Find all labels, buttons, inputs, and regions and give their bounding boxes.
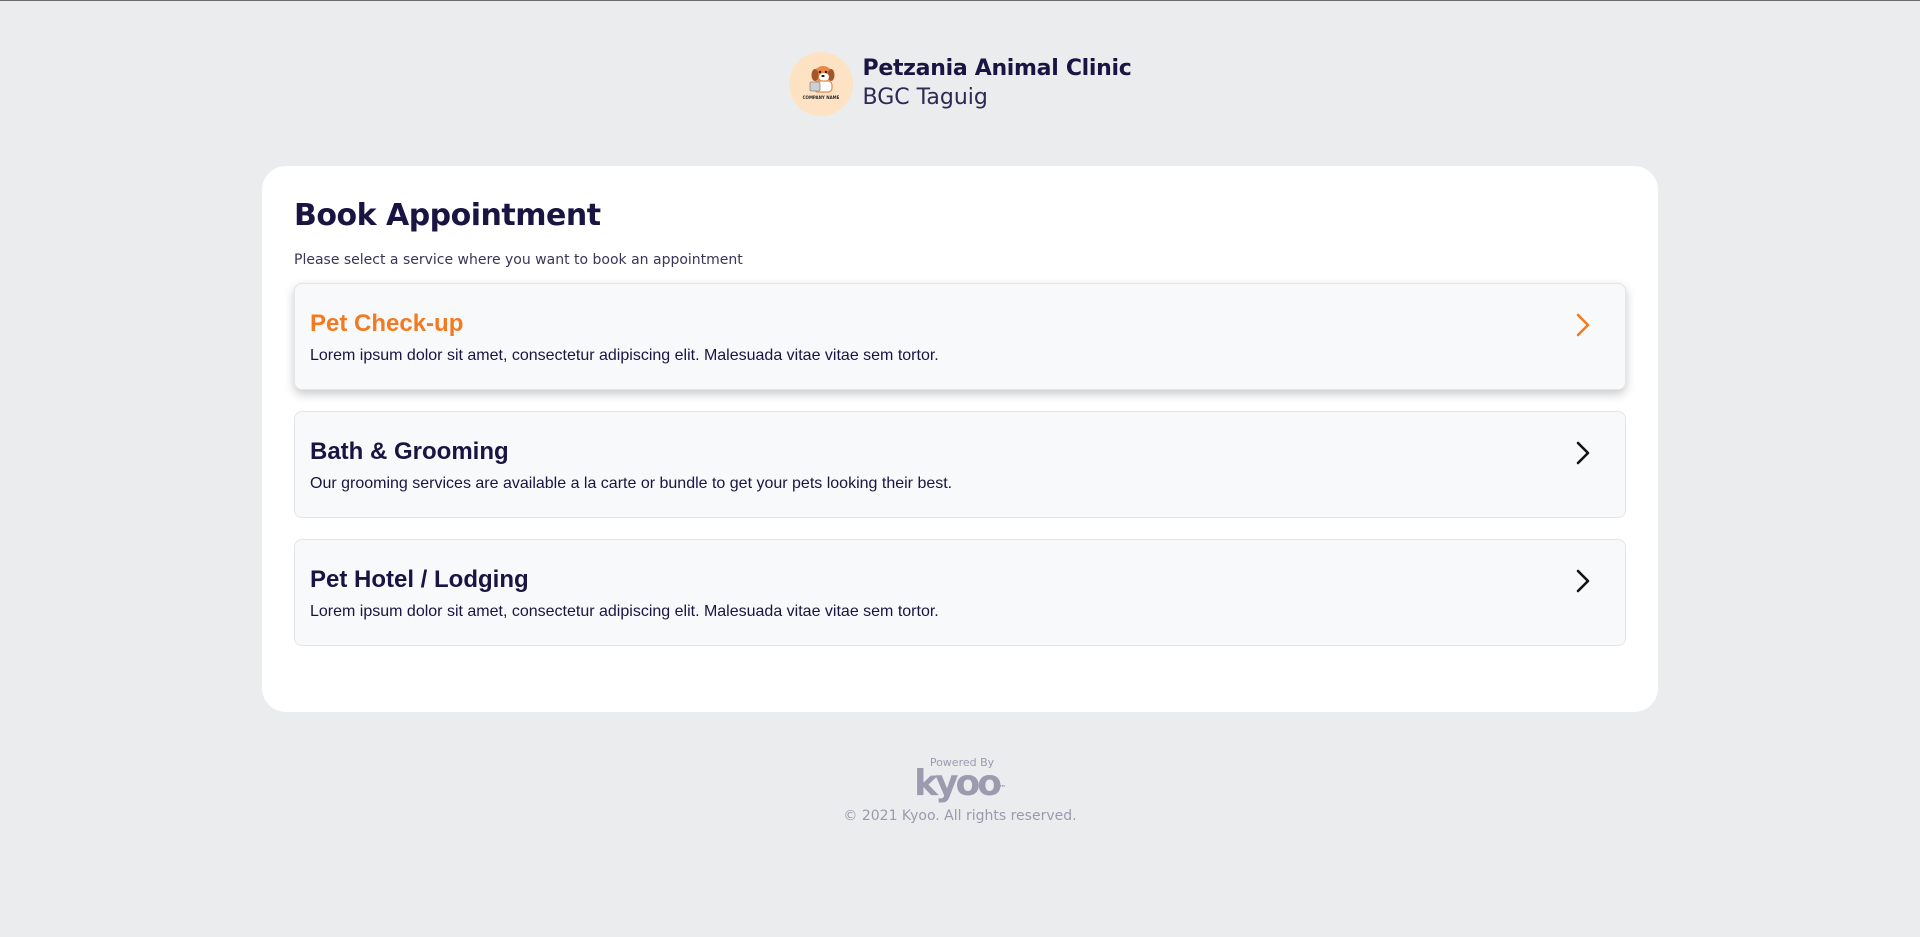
- clinic-header: COMPANY NAME Petzania Animal Clinic BGC …: [0, 52, 1920, 116]
- booking-card: Book Appointment Please select a service…: [262, 166, 1658, 712]
- chevron-right-icon[interactable]: [1571, 439, 1595, 467]
- clinic-header-inner: COMPANY NAME Petzania Animal Clinic BGC …: [788, 52, 1132, 116]
- service-item-pet-hotel-lodging[interactable]: Pet Hotel / Lodging Lorem ipsum dolor si…: [294, 539, 1626, 646]
- service-item-pet-check-up[interactable]: Pet Check-up Lorem ipsum dolor sit amet,…: [294, 283, 1626, 390]
- page-subtitle: Please select a service where you want t…: [294, 252, 743, 268]
- service-title: Pet Hotel / Lodging: [310, 566, 529, 593]
- service-title: Bath & Grooming: [310, 438, 509, 465]
- service-list: Pet Check-up Lorem ipsum dolor sit amet,…: [294, 283, 1626, 646]
- page-title: Book Appointment: [294, 198, 601, 233]
- service-item-bath-grooming[interactable]: Bath & Grooming Our grooming services ar…: [294, 411, 1626, 518]
- service-description: Lorem ipsum dolor sit amet, consectetur …: [310, 603, 939, 620]
- clinic-text: Petzania Animal Clinic BGC Taguig: [863, 55, 1132, 113]
- footer: Powered By kyoo™ © 2021 Kyoo. All rights…: [0, 757, 1920, 825]
- service-description: Our grooming services are available a la…: [310, 475, 953, 492]
- clinic-location: BGC Taguig: [862, 85, 988, 110]
- dog-logo-icon: COMPANY NAME: [788, 52, 853, 116]
- kyoo-brand-text: kyoo: [914, 763, 1002, 804]
- clinic-name: Petzania Animal Clinic: [862, 56, 1132, 81]
- logo-company-text: COMPANY NAME: [802, 95, 839, 100]
- chevron-right-icon[interactable]: [1571, 311, 1595, 339]
- copyright-text: © 2021 Kyoo. All rights reserved.: [843, 808, 1077, 824]
- kyoo-logo: kyoo™: [914, 766, 1006, 802]
- clinic-logo: COMPANY NAME: [788, 52, 853, 116]
- chevron-right-icon[interactable]: [1571, 567, 1595, 595]
- service-title: Pet Check-up: [310, 310, 464, 337]
- trademark-symbol: ™: [998, 784, 1006, 792]
- service-description: Lorem ipsum dolor sit amet, consectetur …: [310, 347, 939, 364]
